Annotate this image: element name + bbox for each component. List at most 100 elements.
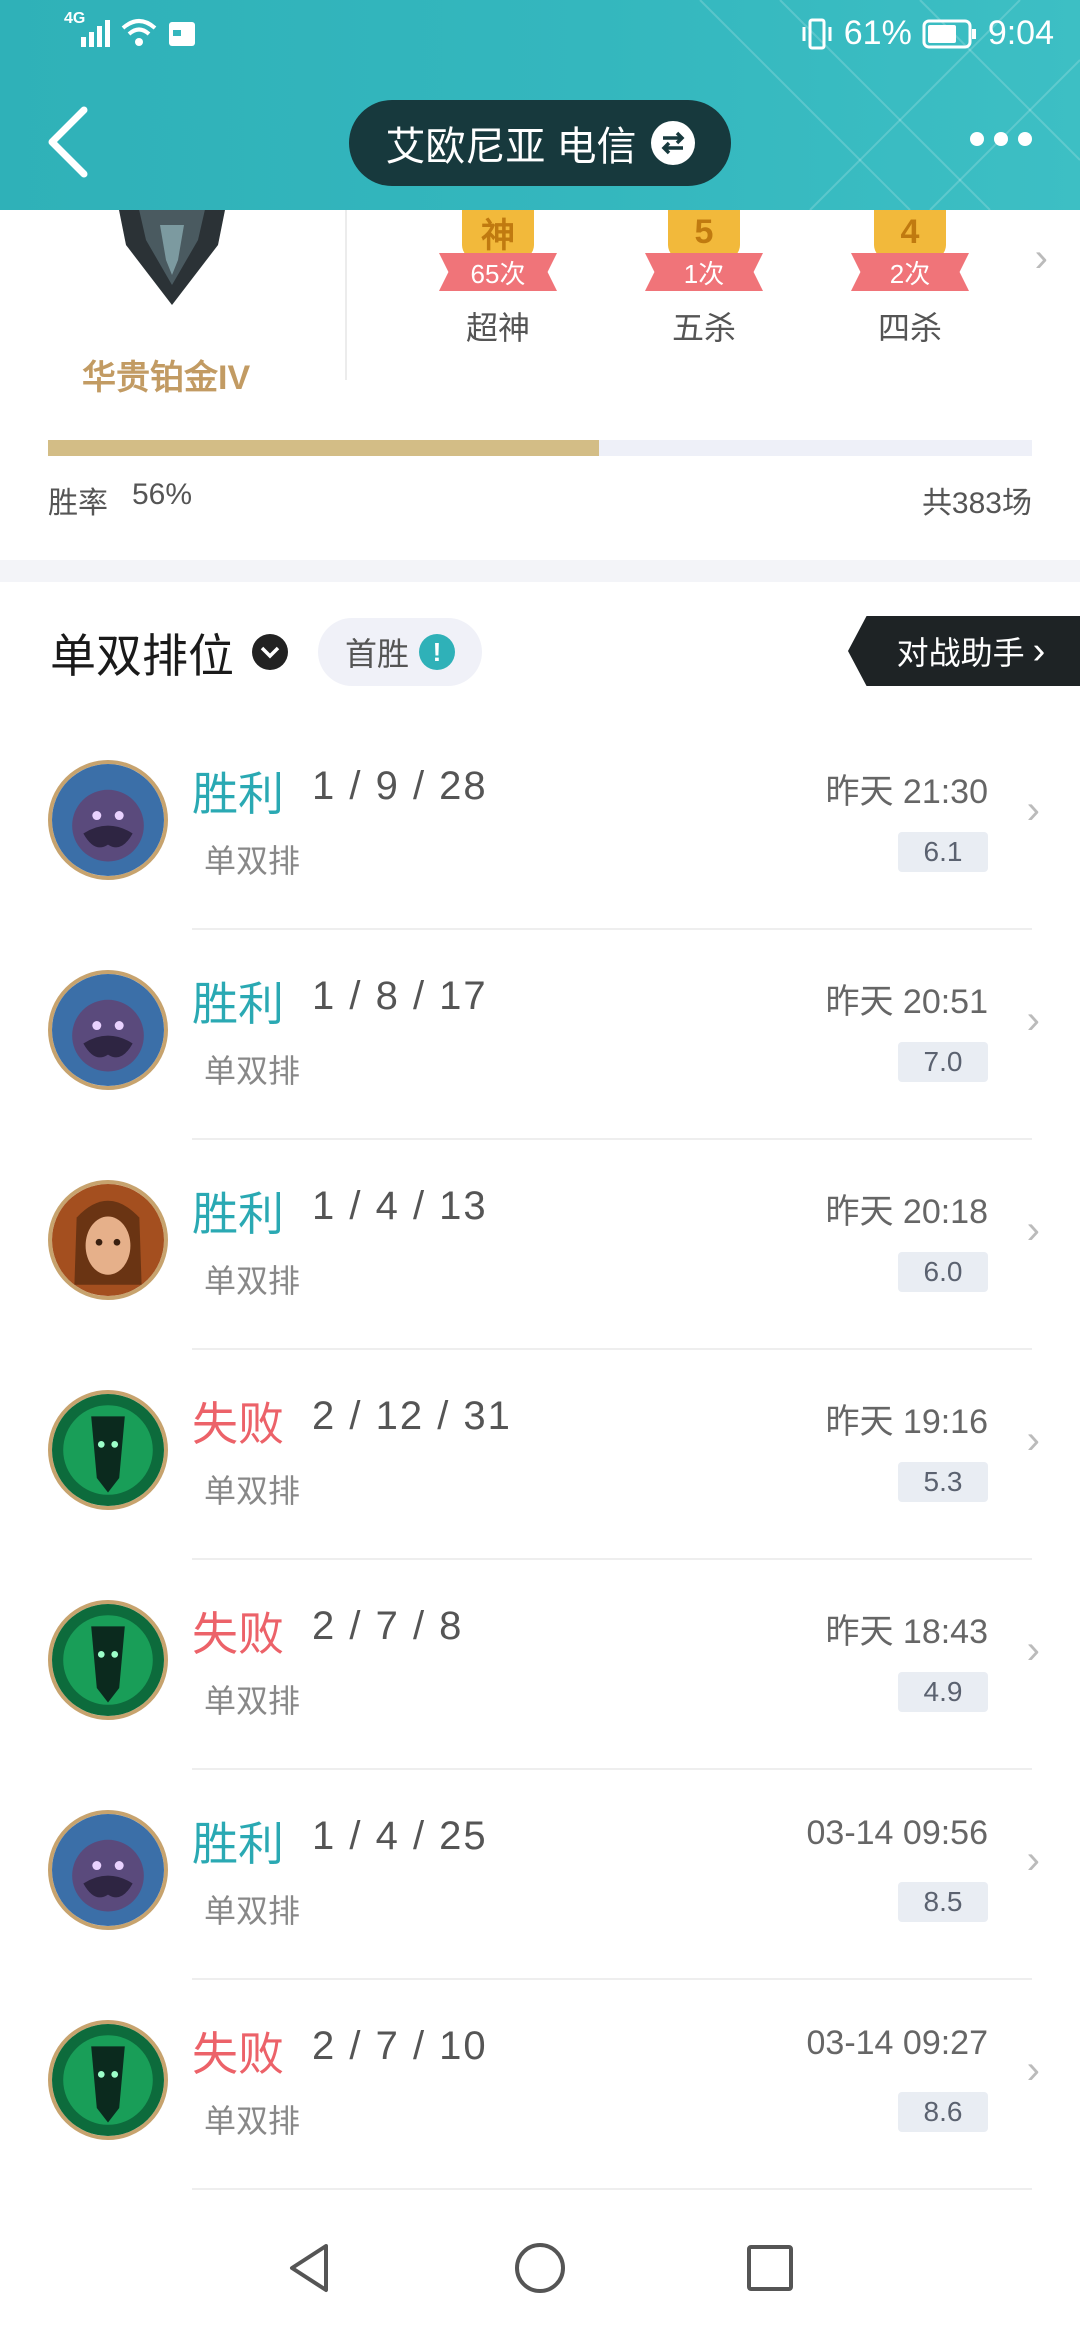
battle-assistant-button[interactable]: 对战助手 ›	[848, 616, 1080, 686]
first-win-label: 首胜	[344, 636, 409, 672]
honor-badge-icon: 4	[874, 205, 946, 259]
chevron-right-icon: ›	[1026, 1418, 1040, 1462]
match-result: 胜利	[192, 978, 284, 1030]
match-mode: 单双排	[204, 2103, 301, 2139]
match-time: 昨天 19:16	[825, 1403, 988, 1441]
status-bar: 4G 61% 9:04	[0, 10, 1080, 64]
more-options-button[interactable]	[970, 132, 1032, 146]
divider	[345, 210, 347, 380]
chevron-right-icon: ›	[1026, 2048, 1040, 2092]
chevron-right-icon: ›	[1032, 629, 1046, 672]
nav-recents-icon[interactable]	[740, 2238, 800, 2298]
back-button[interactable]	[40, 102, 96, 182]
match-row[interactable]: 胜利 1 / 4 / 13 单双排 昨天 20:18 6.0 ›	[0, 1140, 1080, 1350]
match-row[interactable]: 胜利 1 / 4 / 25 单双排 03-14 09:56 8.5 ›	[0, 1770, 1080, 1980]
match-result: 失败	[192, 1608, 284, 1660]
win-rate-value: 56%	[132, 478, 193, 511]
match-kda: 2 / 12 / 31	[312, 1394, 512, 1438]
match-kda: 2 / 7 / 8	[312, 1604, 464, 1648]
honor-pentakill[interactable]: 5 1次 五杀	[634, 205, 774, 349]
honor-label: 超神	[465, 310, 530, 346]
champion-avatar	[48, 1390, 168, 1510]
vibrate-icon	[802, 18, 832, 49]
win-rate-label: 胜率	[48, 487, 108, 520]
match-kda: 1 / 4 / 13	[312, 1184, 488, 1228]
rank-title: 华贵铂金IV	[82, 359, 251, 397]
win-rate-fill	[48, 440, 600, 456]
total-games: 共383场	[921, 487, 1032, 520]
match-kda: 2 / 7 / 10	[312, 2024, 488, 2068]
chevron-right-icon: ›	[1026, 1838, 1040, 1882]
match-score: 4.9	[898, 1672, 988, 1712]
system-nav-bar	[0, 2200, 1080, 2340]
server-switch-button[interactable]: 艾欧尼亚 电信	[349, 100, 731, 186]
match-row[interactable]: 失败 2 / 7 / 10 单双排 03-14 09:27 8.6 ›	[0, 1980, 1080, 2190]
champion-avatar	[48, 2020, 168, 2140]
signal-icon	[81, 20, 111, 47]
honors-chevron-icon[interactable]: ›	[1035, 236, 1048, 281]
match-time: 昨天 18:43	[825, 1613, 988, 1651]
dot-icon	[970, 132, 984, 146]
row-divider	[192, 2188, 1032, 2190]
honor-count: 1次	[645, 253, 763, 291]
honor-badge-icon: 神	[462, 205, 534, 259]
dot-icon	[994, 132, 1008, 146]
champion-avatar	[48, 760, 168, 880]
match-time: 昨天 20:18	[825, 1193, 988, 1231]
honor-quadrakill[interactable]: 4 2次 四杀	[840, 205, 980, 349]
wifi-icon	[122, 19, 157, 46]
match-score: 7.0	[898, 1042, 988, 1082]
nav-back-icon[interactable]	[280, 2238, 340, 2298]
match-score: 8.6	[898, 2092, 988, 2132]
network-type: 4G	[64, 10, 86, 27]
honor-godlike[interactable]: 神 65次 超神	[428, 205, 568, 349]
battery-percent: 61%	[843, 14, 912, 52]
match-result: 失败	[192, 1398, 284, 1450]
nav-home-icon[interactable]	[510, 2238, 570, 2298]
rank-emblem-icon	[118, 205, 226, 305]
server-name: 艾欧尼亚 电信	[385, 125, 637, 169]
dot-icon	[1018, 132, 1032, 146]
match-mode: 单双排	[204, 1893, 301, 1929]
match-time: 03-14 09:27	[806, 2024, 989, 2062]
match-score: 8.5	[898, 1882, 988, 1922]
champion-avatar	[48, 970, 168, 1090]
match-mode: 单双排	[204, 1473, 301, 1509]
top-header: 4G 61% 9:04 艾欧尼亚 电信	[0, 0, 1080, 210]
info-icon: !	[419, 634, 455, 670]
honor-badge-icon: 5	[668, 205, 740, 259]
honor-count: 2次	[851, 253, 969, 291]
chevron-right-icon: ›	[1026, 1628, 1040, 1672]
win-rate-bar	[48, 440, 1032, 456]
match-row[interactable]: 胜利 1 / 9 / 28 单双排 昨天 21:30 6.1 ›	[0, 720, 1080, 930]
match-mode: 单双排	[204, 843, 301, 879]
match-mode: 单双排	[204, 1263, 301, 1299]
first-win-chip[interactable]: 首胜 !	[318, 618, 482, 686]
battery-icon	[922, 19, 976, 48]
champion-avatar	[48, 1810, 168, 1930]
honor-label: 四杀	[877, 310, 942, 346]
match-result: 胜利	[192, 768, 284, 820]
chevron-right-icon: ›	[1026, 998, 1040, 1042]
champion-avatar	[48, 1600, 168, 1720]
chevron-right-icon: ›	[1026, 1208, 1040, 1252]
match-score: 6.1	[898, 832, 988, 872]
calendar-icon	[169, 22, 196, 46]
honor-label: 五杀	[671, 310, 736, 346]
match-row[interactable]: 失败 2 / 12 / 31 单双排 昨天 19:16 5.3 ›	[0, 1350, 1080, 1560]
match-result: 失败	[192, 2028, 284, 2080]
swap-icon	[650, 121, 695, 165]
match-mode: 单双排	[204, 1683, 301, 1719]
section-divider	[0, 560, 1080, 582]
match-row[interactable]: 失败 2 / 7 / 8 单双排 昨天 18:43 4.9 ›	[0, 1560, 1080, 1770]
chevron-down-icon[interactable]	[252, 634, 288, 670]
match-time: 昨天 20:51	[825, 983, 988, 1021]
clock: 9:04	[987, 14, 1054, 52]
match-score: 5.3	[898, 1462, 988, 1502]
champion-avatar	[48, 1180, 168, 1300]
match-kda: 1 / 9 / 28	[312, 764, 488, 808]
match-kda: 1 / 4 / 25	[312, 1814, 488, 1858]
match-mode: 单双排	[204, 1053, 301, 1089]
match-row[interactable]: 胜利 1 / 8 / 17 单双排 昨天 20:51 7.0 ›	[0, 930, 1080, 1140]
mode-filter-title[interactable]: 单双排位	[50, 620, 234, 686]
